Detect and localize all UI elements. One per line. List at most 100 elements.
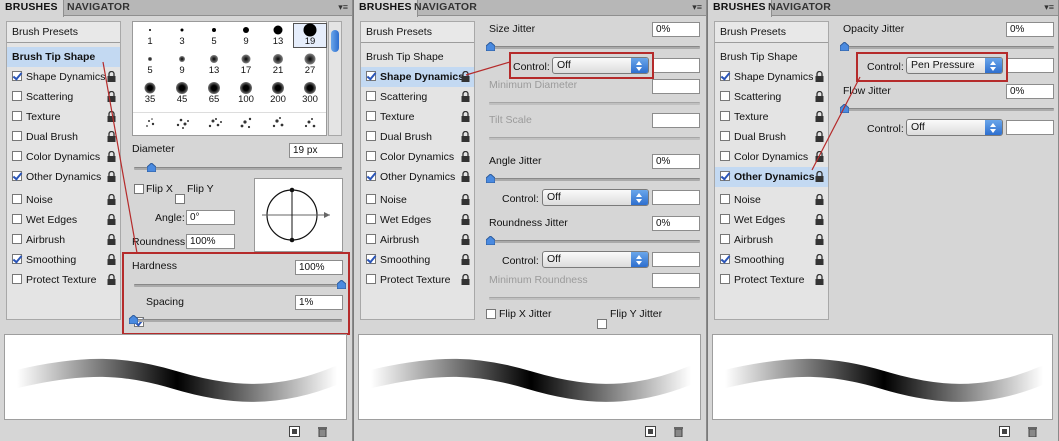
brush-tip-cell[interactable]: 13 [198, 53, 230, 76]
smoothing-checkbox[interactable] [366, 254, 376, 265]
sidebar-item-protect-texture[interactable]: Protect Texture [715, 270, 828, 290]
wet-edges-checkbox[interactable] [366, 214, 376, 225]
spacing-slider[interactable] [134, 319, 342, 322]
sidebar-item-scattering[interactable]: Scattering [7, 87, 120, 107]
shape-dynamics-checkbox[interactable] [720, 71, 730, 82]
flip-x-checkbox[interactable] [134, 184, 144, 194]
lock-icon[interactable] [815, 91, 824, 102]
protect-texture-checkbox[interactable] [720, 274, 730, 285]
wet-edges-checkbox[interactable] [12, 214, 22, 225]
roundness-field[interactable]: 100% [186, 234, 235, 249]
new-brush-icon[interactable] [999, 426, 1010, 437]
flip-y-jitter-checkbox[interactable] [597, 319, 607, 329]
sidebar-item-dual-brush[interactable]: Dual Brush [715, 127, 828, 147]
shape-dynamics-checkbox[interactable] [12, 71, 22, 82]
sidebar-item-airbrush[interactable]: Airbrush [7, 230, 120, 250]
texture-checkbox[interactable] [366, 111, 376, 122]
diameter-slider-thumb[interactable] [147, 163, 156, 172]
flow-control-dropdown[interactable]: Off [906, 119, 1003, 136]
sidebar-item-smoothing[interactable]: Smoothing [715, 250, 828, 270]
smoothing-checkbox[interactable] [12, 254, 22, 265]
lock-icon[interactable] [815, 171, 824, 182]
angle-control-dropdown[interactable]: Off [542, 189, 649, 206]
angle-jitter-field[interactable]: 0% [652, 154, 700, 169]
wet-edges-checkbox[interactable] [720, 214, 730, 225]
flow-jitter-slider-thumb[interactable] [840, 104, 849, 113]
brush-grid-scrollbar[interactable] [328, 21, 342, 136]
opacity-control-field[interactable] [1006, 58, 1054, 73]
sidebar-item-scattering[interactable]: Scattering [361, 87, 474, 107]
noise-checkbox[interactable] [366, 194, 376, 205]
min-roundness-field[interactable] [652, 273, 700, 288]
roundness-jitter-slider[interactable] [489, 240, 700, 243]
sidebar-item-color-dynamics[interactable]: Color Dynamics [715, 147, 828, 167]
lock-icon[interactable] [815, 131, 824, 142]
lock-icon[interactable] [461, 194, 470, 205]
sidebar-item-shape-dynamics[interactable]: Shape Dynamics [7, 67, 120, 87]
lock-icon[interactable] [815, 71, 824, 82]
flow-control-field[interactable] [1006, 120, 1054, 135]
lock-icon[interactable] [461, 214, 470, 225]
lock-icon[interactable] [815, 274, 824, 285]
color-dynamics-checkbox[interactable] [12, 151, 22, 162]
lock-icon[interactable] [107, 111, 116, 122]
spacing-slider-thumb[interactable] [129, 315, 138, 324]
hardness-slider-thumb[interactable] [337, 280, 346, 289]
lock-icon[interactable] [815, 111, 824, 122]
tab-navigator[interactable]: NAVIGATOR [409, 0, 482, 16]
sidebar-item-other-dynamics[interactable]: Other Dynamics [361, 167, 474, 187]
flip-x-jitter-checkbox[interactable] [486, 309, 496, 319]
angle-jitter-slider[interactable] [489, 178, 700, 181]
scatter-brush-row[interactable] [139, 115, 324, 133]
lock-icon[interactable] [107, 71, 116, 82]
lock-icon[interactable] [107, 194, 116, 205]
tab-navigator[interactable]: NAVIGATOR [763, 0, 836, 16]
min-diameter-slider[interactable] [489, 102, 700, 105]
color-dynamics-checkbox[interactable] [720, 151, 730, 162]
lock-icon[interactable] [815, 254, 824, 265]
protect-texture-checkbox[interactable] [366, 274, 376, 285]
size-jitter-slider[interactable] [489, 46, 700, 49]
spacing-field[interactable]: 1% [295, 295, 343, 310]
sidebar-item-wet-edges[interactable]: Wet Edges [7, 210, 120, 230]
sidebar-item-dual-brush[interactable]: Dual Brush [7, 127, 120, 147]
brush-tip-cell[interactable]: 100 [230, 82, 262, 105]
tab-brushes[interactable]: BRUSHES [0, 0, 64, 17]
roundness-jitter-slider-thumb[interactable] [486, 236, 495, 245]
sidebar-item-texture[interactable]: Texture [361, 107, 474, 127]
lock-icon[interactable] [107, 171, 116, 182]
smoothing-checkbox[interactable] [720, 254, 730, 265]
sidebar-item-noise[interactable]: Noise [715, 190, 828, 210]
lock-icon[interactable] [461, 131, 470, 142]
scattering-checkbox[interactable] [12, 91, 22, 102]
brush-tip-cell[interactable]: 17 [230, 53, 262, 76]
lock-icon[interactable] [461, 91, 470, 102]
sidebar-item-brush-tip-shape[interactable]: Brush Tip Shape [361, 47, 474, 67]
brush-tip-cell[interactable]: 200 [262, 82, 294, 105]
lock-icon[interactable] [461, 151, 470, 162]
roundness-jitter-field[interactable]: 0% [652, 216, 700, 231]
new-brush-icon[interactable] [645, 426, 656, 437]
airbrush-checkbox[interactable] [12, 234, 22, 245]
brush-tip-cell-selected[interactable]: 19 [293, 23, 327, 48]
sidebar-item-smoothing[interactable]: Smoothing [361, 250, 474, 270]
opacity-jitter-field[interactable]: 0% [1006, 22, 1054, 37]
opacity-control-dropdown[interactable]: Pen Pressure [906, 57, 1003, 74]
brush-tip-cell[interactable]: 13 [262, 24, 294, 47]
dual-brush-checkbox[interactable] [720, 131, 730, 142]
min-diameter-field[interactable] [652, 79, 700, 94]
flip-y-checkbox[interactable] [175, 194, 185, 204]
lock-icon[interactable] [107, 91, 116, 102]
lock-icon[interactable] [461, 71, 470, 82]
lock-icon[interactable] [461, 234, 470, 245]
angle-jitter-slider-thumb[interactable] [486, 174, 495, 183]
sidebar-item-dual-brush[interactable]: Dual Brush [361, 127, 474, 147]
brush-tip-cell[interactable]: 35 [134, 82, 166, 105]
sidebar-item-texture[interactable]: Texture [7, 107, 120, 127]
trash-icon[interactable] [317, 426, 328, 437]
panel-menu-icon[interactable]: ▾≡ [692, 2, 702, 13]
size-control-field[interactable] [652, 58, 700, 73]
brush-presets-button[interactable]: Brush Presets [361, 22, 474, 43]
other-dynamics-checkbox[interactable] [720, 171, 730, 182]
tab-navigator[interactable]: NAVIGATOR [62, 0, 135, 16]
